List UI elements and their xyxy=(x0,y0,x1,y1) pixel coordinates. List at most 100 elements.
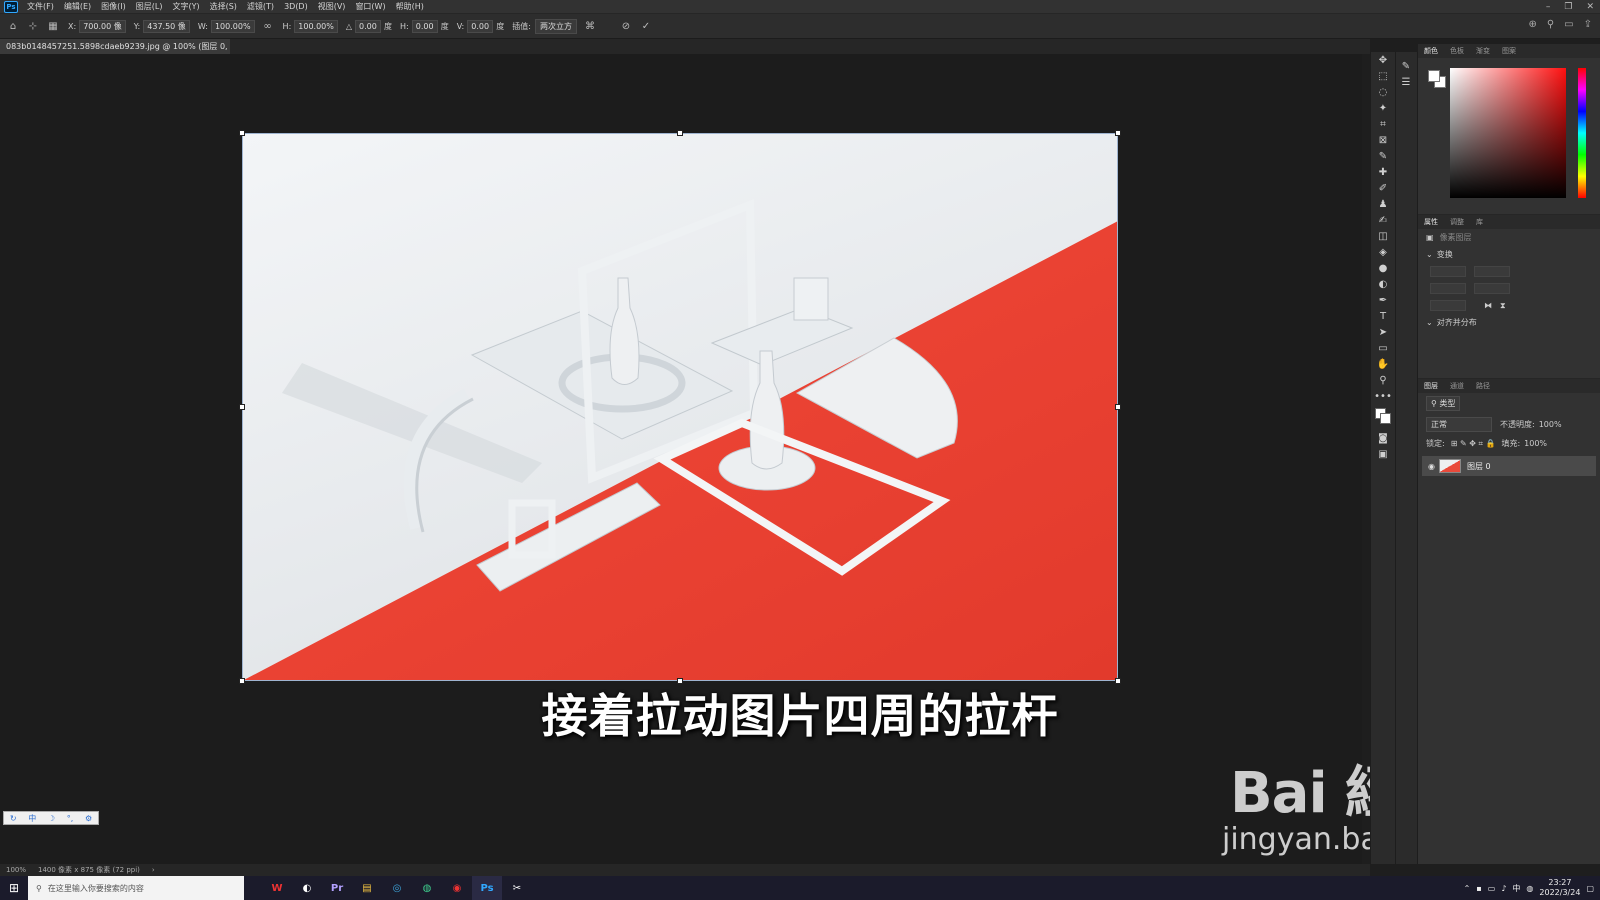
dodge-tool[interactable]: ◐ xyxy=(1371,276,1395,292)
notification-icon[interactable]: ▢ xyxy=(1586,884,1594,893)
prop-angle-field[interactable] xyxy=(1430,300,1466,311)
cancel-transform-icon[interactable]: ⊘ xyxy=(619,19,633,33)
minimize-button[interactable]: – xyxy=(1546,0,1551,14)
gradient-tool[interactable]: ◈ xyxy=(1371,244,1395,260)
ime-chinese-mode[interactable]: 中 xyxy=(28,813,36,824)
tab-gradients[interactable]: 渐变 xyxy=(1470,46,1496,56)
search-icon[interactable]: ⚲ xyxy=(1547,19,1554,30)
quick-mask-icon[interactable]: ◙ xyxy=(1371,430,1395,446)
menu-view[interactable]: 视图(V) xyxy=(313,0,351,14)
ime-settings-icon[interactable]: ⚙ xyxy=(85,814,92,823)
interpolation-select[interactable]: 两次立方 xyxy=(534,18,577,34)
ime-moon-icon[interactable]: ☽ xyxy=(48,814,55,823)
file-explorer-icon[interactable]: ▤ xyxy=(352,876,382,900)
prop-y-field[interactable] xyxy=(1474,283,1510,294)
color-field[interactable] xyxy=(1450,68,1566,198)
menu-select[interactable]: 选择(S) xyxy=(205,0,242,14)
handle-top-center[interactable] xyxy=(677,130,683,136)
menu-filter[interactable]: 滤镜(T) xyxy=(242,0,279,14)
ime-refresh-icon[interactable]: ↻ xyxy=(10,814,17,823)
network-icon[interactable]: ▭ xyxy=(1488,884,1496,893)
stamp-tool[interactable]: ♟ xyxy=(1371,196,1395,212)
tab-patterns[interactable]: 图案 xyxy=(1496,46,1522,56)
share-export-icon[interactable]: ⇪ xyxy=(1584,19,1592,30)
handle-top-left[interactable] xyxy=(239,130,245,136)
menu-help[interactable]: 帮助(H) xyxy=(391,0,429,14)
transform-tool-icon[interactable]: ⊹ xyxy=(26,19,40,33)
menu-type[interactable]: 文字(Y) xyxy=(167,0,204,14)
workspace-icon[interactable]: ▭ xyxy=(1564,19,1573,30)
tab-channels[interactable]: 通道 xyxy=(1444,381,1470,391)
marquee-tool[interactable]: ⬚ xyxy=(1371,68,1395,84)
share-icon[interactable]: ⊕ xyxy=(1528,19,1536,30)
blend-mode-select[interactable]: 正常 xyxy=(1426,417,1492,432)
commit-transform-icon[interactable]: ✓ xyxy=(639,19,653,33)
move-tool[interactable]: ✥ xyxy=(1371,52,1395,68)
capcut-icon[interactable]: ✂ xyxy=(502,876,532,900)
tab-swatches[interactable]: 色板 xyxy=(1444,46,1470,56)
x-input[interactable]: 700.00 像 xyxy=(79,19,126,33)
canvas-image[interactable] xyxy=(242,133,1118,681)
prop-width-field[interactable] xyxy=(1430,266,1466,277)
eye-icon[interactable]: ◉ xyxy=(1428,462,1435,471)
menu-3d[interactable]: 3D(D) xyxy=(279,0,313,14)
handle-middle-right[interactable] xyxy=(1115,404,1121,410)
hskew-input[interactable]: 0.00 xyxy=(411,19,438,33)
tray-app-icon-2[interactable]: ◍ xyxy=(1526,884,1533,893)
menu-image[interactable]: 图像(I) xyxy=(96,0,131,14)
healing-tool[interactable]: ✚ xyxy=(1371,164,1395,180)
document-tab[interactable]: 083b0148457251.5898cdaeb9239.jpg @ 100% … xyxy=(0,39,230,54)
eyedropper-tool[interactable]: ✎ xyxy=(1371,148,1395,164)
close-button[interactable]: ✕ xyxy=(1586,0,1594,14)
w-input[interactable]: 100.00% xyxy=(210,19,255,33)
layer-filter-select[interactable]: ⚲ 类型 xyxy=(1426,396,1461,411)
path-selection-tool[interactable]: ➤ xyxy=(1371,324,1395,340)
taskbar-clock[interactable]: 23:27 2022/3/24 xyxy=(1539,878,1580,898)
frame-tool[interactable]: ⊠ xyxy=(1371,132,1395,148)
flip-vertical-icon[interactable]: ⧗ xyxy=(1500,301,1506,311)
browser-icon[interactable]: ◍ xyxy=(412,876,442,900)
zoom-level[interactable]: 100% xyxy=(6,866,26,874)
crop-tool[interactable]: ⌗ xyxy=(1371,116,1395,132)
blur-tool[interactable]: ● xyxy=(1371,260,1395,276)
windows-start-icon[interactable]: ⊞ xyxy=(0,876,28,900)
h-input[interactable]: 100.00% xyxy=(294,19,338,33)
flip-horizontal-icon[interactable]: ⧓ xyxy=(1484,301,1492,310)
color-swatches[interactable] xyxy=(1371,404,1395,430)
reference-point-icon[interactable]: ▦ xyxy=(46,19,60,33)
layer-name[interactable]: 图层 0 xyxy=(1467,461,1491,472)
type-tool[interactable]: T xyxy=(1371,308,1395,324)
angle-input[interactable]: 0.00 xyxy=(355,19,382,33)
menu-file[interactable]: 文件(F) xyxy=(22,0,59,14)
tab-layers[interactable]: 图层 xyxy=(1418,381,1444,391)
layer-row[interactable]: ◉ 图层 0 xyxy=(1422,456,1596,476)
hue-slider[interactable] xyxy=(1578,68,1586,198)
app-icon[interactable]: ◐ xyxy=(292,876,322,900)
edge-icon[interactable]: ◎ xyxy=(382,876,412,900)
handle-middle-left[interactable] xyxy=(239,404,245,410)
prop-height-field[interactable] xyxy=(1430,283,1466,294)
zoom-tool[interactable]: ⚲ xyxy=(1371,372,1395,388)
brush-tool[interactable]: ✐ xyxy=(1371,180,1395,196)
taskbar-search[interactable]: ⚲ 在这里输入你要搜索的内容 xyxy=(28,876,244,900)
home-icon[interactable]: ⌂ xyxy=(6,19,20,33)
menu-layer[interactable]: 图层(L) xyxy=(131,0,168,14)
tray-app-icon[interactable]: ▪ xyxy=(1476,884,1481,893)
handle-top-right[interactable] xyxy=(1115,130,1121,136)
tab-libraries[interactable]: 库 xyxy=(1470,217,1489,227)
vskew-input[interactable]: 0.00 xyxy=(467,19,494,33)
wps-icon[interactable]: W xyxy=(262,876,292,900)
rectangle-tool[interactable]: ▭ xyxy=(1371,340,1395,356)
history-brush-tool[interactable]: ✍ xyxy=(1371,212,1395,228)
warp-icon[interactable]: ⌘ xyxy=(583,19,597,33)
menu-edit[interactable]: 编辑(E) xyxy=(59,0,96,14)
y-input[interactable]: 437.50 像 xyxy=(143,19,190,33)
tab-paths[interactable]: 路径 xyxy=(1470,381,1496,391)
ime-punct-icon[interactable]: °, xyxy=(67,814,74,823)
record-icon[interactable]: ◉ xyxy=(442,876,472,900)
menu-window[interactable]: 窗口(W) xyxy=(350,0,390,14)
opacity-value[interactable]: 100% xyxy=(1539,420,1562,429)
pen-tool[interactable]: ✒ xyxy=(1371,292,1395,308)
volume-icon[interactable]: ♪ xyxy=(1501,884,1506,893)
magic-wand-tool[interactable]: ✦ xyxy=(1371,100,1395,116)
